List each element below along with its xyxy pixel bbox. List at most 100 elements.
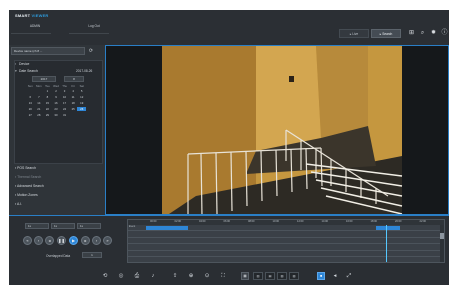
weekday-label: Fri [71,84,75,88]
rewind-icon[interactable]: ‹ [34,236,43,245]
backup-icon[interactable]: ⊙ [203,272,211,280]
timeline-recording-segment[interactable] [376,226,400,230]
timeline-row-label: Event [129,225,136,228]
timeline-row[interactable] [128,238,444,244]
bottom-toolbar: ⟲ ◎ ⎙ ♪ ⇪ ⊕ ⊙ ⛶ ▦ ▥ ▤ ▧ ▨ ■ ◂ ⤢ [9,267,449,285]
nav-advanced-search[interactable]: ▪ Advanced Search [15,184,44,188]
calendar-day[interactable]: 26 [77,107,86,111]
calendar-day[interactable]: 30 [52,113,61,117]
timeline-scrollbar[interactable] [440,225,444,262]
calendar-day[interactable]: 18 [69,101,78,105]
single-view-icon[interactable]: ■ [317,272,325,280]
previous-page-icon[interactable]: ◂ [331,272,339,280]
timeline-recording-segment[interactable] [146,226,188,230]
calendar-day[interactable]: 25 [69,107,78,111]
calendar-day[interactable]: 28 [35,113,44,117]
calendar-day[interactable]: 15 [43,101,52,105]
step-forward-icon[interactable]: ▸ [81,236,90,245]
calendar-day[interactable]: 13 [26,101,35,105]
calendar-day[interactable]: 2 [52,89,61,93]
calendar-day [35,89,44,93]
nav-ai-label: A.I. [16,202,23,206]
timeline-playhead[interactable] [386,225,387,262]
video-playback-view[interactable] [105,45,449,215]
nav-device[interactable]: ▪ Device [15,62,29,66]
speed-select-1[interactable]: 1x [25,223,49,229]
audio-icon[interactable]: ♪ [149,272,157,280]
forward-fast-icon[interactable]: » [103,236,112,245]
fullscreen-icon[interactable]: ⛶ [219,272,227,280]
timeline-row[interactable] [128,232,444,238]
calendar-day [69,113,78,117]
speed-select-3[interactable]: 1x [77,223,101,229]
timeline-row[interactable] [128,258,444,263]
settings-icon[interactable]: ✹ [430,30,437,37]
snapshot-icon[interactable]: ◎ [117,272,125,280]
timeline-scrollbar-thumb[interactable] [440,233,444,239]
timeline-row[interactable] [128,251,444,257]
pause-icon[interactable]: ❚❚ [57,236,66,245]
calendar-day[interactable]: 12 [77,95,86,99]
calendar-day[interactable]: 1 [43,89,52,93]
nav-date-search[interactable]: ▾ Date Search [15,69,38,73]
calendar-day[interactable]: 3 [60,89,69,93]
calendar-day[interactable]: 24 [60,107,69,111]
info-icon[interactable]: ⓘ [441,30,448,37]
speed-select-2[interactable]: 1x [51,223,75,229]
calendar-day[interactable]: 23 [52,107,61,111]
overlapped-data-select[interactable]: 1 [82,252,102,258]
calendar-day[interactable]: 22 [43,107,52,111]
print-icon[interactable]: ⎙ [133,272,141,280]
calendar-day[interactable]: 21 [35,107,44,111]
calendar-day[interactable]: 4 [69,89,78,93]
calendar-day[interactable]: 6 [26,95,35,99]
zoom-icon[interactable]: ⌕ [419,30,426,37]
calendar-day[interactable]: 10 [60,95,69,99]
calendar-day[interactable]: 11 [69,95,78,99]
viewer-app: SMART VIEWER ADMIN Log Out ▸ Live ▸ Sear… [9,10,449,285]
layout-4-icon[interactable]: ▥ [253,272,263,280]
layout-custom-icon[interactable]: ▨ [289,272,299,280]
month-select[interactable]: 8 [64,76,84,82]
calendar-day[interactable]: 20 [26,107,35,111]
device-refresh-icon[interactable]: ⟳ [87,47,95,55]
zoom-in-icon[interactable]: ⊕ [187,272,195,280]
forward-icon[interactable]: › [92,236,101,245]
nav-pos-search[interactable]: ▪ POS Search [15,166,36,170]
calendar-day[interactable]: 14 [35,101,44,105]
calendar-day[interactable]: 17 [60,101,69,105]
calendar-day[interactable]: 5 [77,89,86,93]
calendar-day[interactable]: 7 [35,95,44,99]
timeline-row[interactable] [128,245,444,251]
tab-live[interactable]: ▸ Live [339,29,369,38]
calendar-day[interactable]: 9 [52,95,61,99]
tab-search[interactable]: ▸ Search [371,29,401,38]
calendar-day[interactable]: 16 [52,101,61,105]
nav-device-label: Device [19,62,30,66]
year-select[interactable]: 2017 [32,76,56,82]
timeline[interactable]: 00:00 02:00 04:00 06:00 08:00 10:00 12:00 14:00… [127,219,445,263]
play-icon[interactable]: ▶ [69,236,78,245]
next-page-icon[interactable]: ⤢ [345,272,353,280]
step-back-icon[interactable]: ◂ [45,236,54,245]
layout-icon[interactable]: ⊞ [408,30,415,37]
calendar-day[interactable]: 19 [77,101,86,105]
calendar-day[interactable]: 8 [43,95,52,99]
calendar-day[interactable]: 29 [43,113,52,117]
nav-motion-zones[interactable]: ▪ Motion Zones [15,193,38,197]
export-icon[interactable]: ⇪ [171,272,179,280]
admin-button[interactable]: ADMIN [21,23,49,30]
weekday-label: Sat [79,84,84,88]
refresh-icon[interactable]: ⟲ [101,272,109,280]
calendar-day[interactable]: 31 [60,113,69,117]
logout-button[interactable]: Log Out [80,23,108,30]
layout-16-icon[interactable]: ▧ [277,272,287,280]
tab-search-label: Search [382,32,393,36]
layout-9-icon[interactable]: ▤ [265,272,275,280]
rewind-fast-icon[interactable]: « [23,236,32,245]
device-select[interactable]: Device name (ch 8 ... [11,47,85,55]
nav-ai[interactable]: ▪ A.I. [15,202,22,206]
layout-1-icon[interactable]: ▦ [241,272,249,280]
playback-controls: 1x 1x 1x « ‹ ◂ ❚❚ ▶ ▸ › » Overlapped Dat… [9,215,449,267]
calendar-day[interactable]: 27 [26,113,35,117]
